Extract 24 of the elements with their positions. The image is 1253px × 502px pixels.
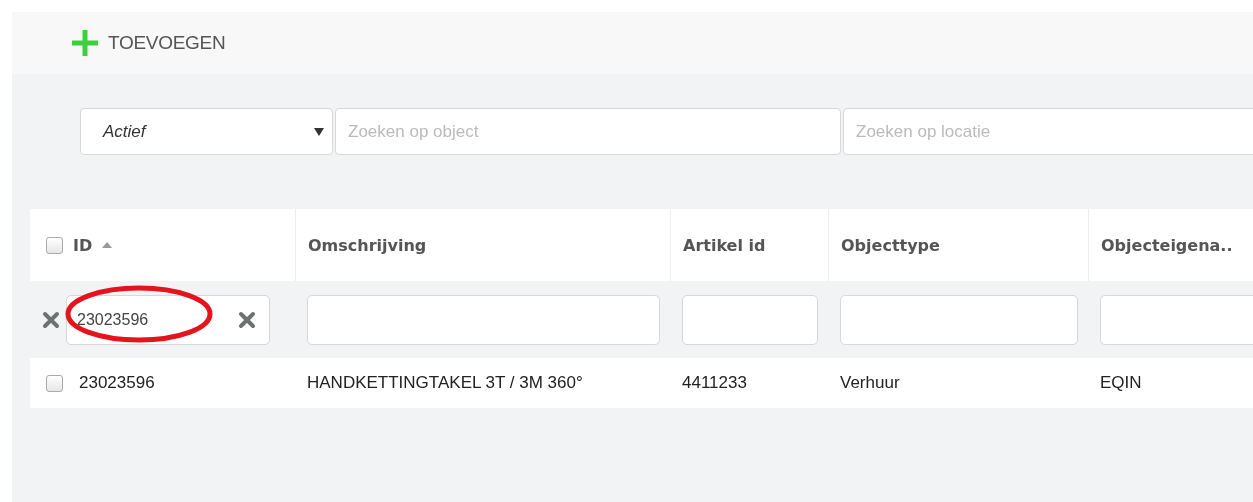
table-cell: Verhuur — [840, 373, 900, 393]
column-header[interactable]: Artikel id — [683, 235, 766, 255]
select-all-checkbox[interactable] — [46, 236, 63, 254]
status-dropdown[interactable]: Actief — [80, 108, 333, 155]
clear-filters-icon[interactable] — [42, 310, 60, 329]
clear-icon[interactable] — [238, 310, 256, 329]
table-cell: HANDKETTINGTAKEL 3T / 3M 360° — [307, 373, 583, 393]
plus-icon — [70, 28, 100, 58]
table-cell: 4411233 — [682, 373, 747, 393]
column-filter-field[interactable] — [1100, 294, 1253, 345]
column-header[interactable]: Omschrijving — [308, 235, 427, 255]
add-button[interactable]: TOEVOEGEN — [70, 28, 226, 58]
location-search-field[interactable]: Zoeken op locatie — [843, 108, 1253, 155]
row-checkbox[interactable] — [46, 374, 63, 392]
table-cell: 23023596 — [79, 373, 155, 393]
table-cell: EQIN — [1100, 373, 1142, 393]
column-filter-field[interactable] — [682, 294, 818, 345]
sort-up-icon[interactable] — [102, 242, 113, 248]
column-header[interactable]: Objecttype — [841, 235, 940, 255]
caret-icon — [314, 127, 324, 136]
object-search-field[interactable]: Zoeken op object — [335, 108, 841, 155]
column-filter-field[interactable] — [840, 294, 1078, 345]
column-filter-field[interactable] — [307, 294, 660, 345]
column-header[interactable]: ID — [73, 235, 93, 255]
